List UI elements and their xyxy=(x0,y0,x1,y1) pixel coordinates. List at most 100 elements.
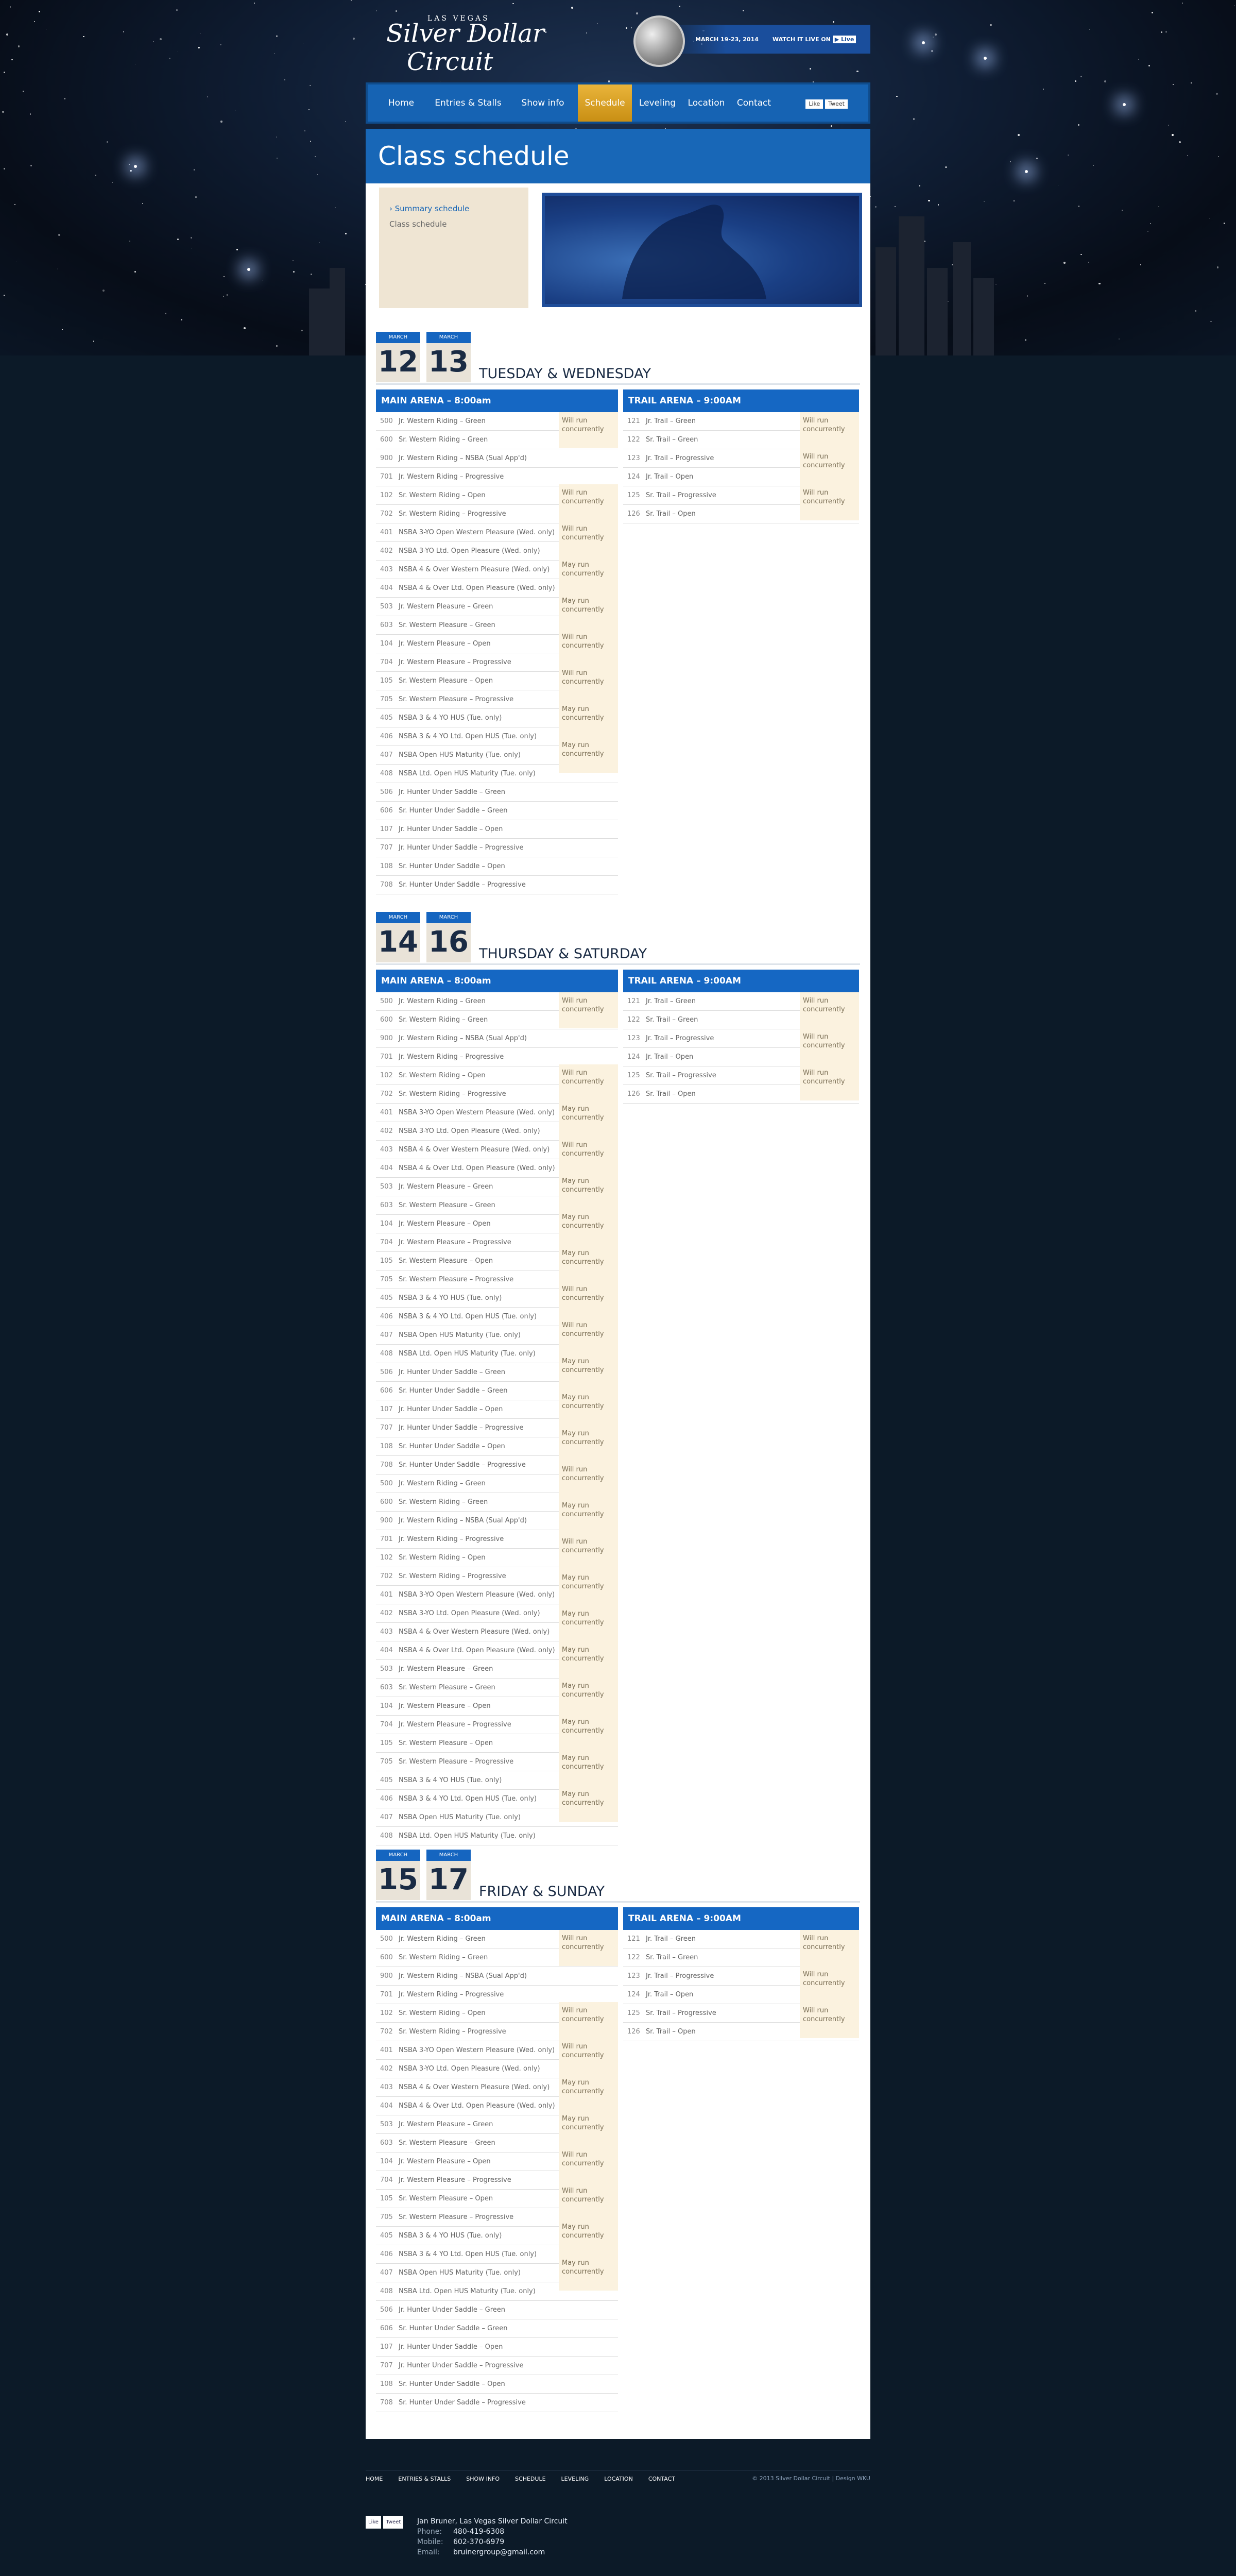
nav-item-contact[interactable]: Contact xyxy=(733,84,775,122)
footer-nav-location[interactable]: LOCATION xyxy=(604,2470,633,2488)
concurrency-note: Will run concurrently xyxy=(559,1461,618,1497)
footer-nav-home[interactable]: HOME xyxy=(366,2470,383,2488)
class-row: 707 Jr. Hunter Under Saddle – Progressive xyxy=(376,2357,618,2375)
email-link[interactable]: bruinergroup@gmail.com xyxy=(453,2548,545,2556)
class-list: 500 Jr. Western Riding – Green 600 Sr. West… xyxy=(376,412,618,894)
concurrency-note: May run concurrently xyxy=(559,592,618,629)
class-row: 900 Jr. Western Riding – NSBA (Sual App'd… xyxy=(376,1029,618,1048)
class-name: Jr. Western Riding – Progressive xyxy=(399,473,504,481)
star xyxy=(319,242,320,243)
calendar-day: 17 xyxy=(428,1863,469,1896)
concurrency-note: May run concurrently xyxy=(559,737,618,773)
nav-item-show-info[interactable]: Show info xyxy=(517,84,569,122)
class-name: Jr. Trail – Green xyxy=(646,997,696,1005)
class-number: 704 xyxy=(380,658,393,666)
tweet-button[interactable]: Tweet xyxy=(825,99,848,109)
footer-like-button[interactable]: Like xyxy=(366,2516,381,2529)
concurrency-note: Will run concurrently xyxy=(559,520,618,556)
class-number: 405 xyxy=(380,1776,393,1784)
class-number: 404 xyxy=(380,584,393,592)
watch-live-link[interactable]: WATCH IT LIVE ON ▶ Live xyxy=(772,36,856,43)
class-number: 126 xyxy=(627,1090,640,1098)
star xyxy=(1063,262,1066,264)
class-number: 708 xyxy=(380,1461,393,1469)
class-name: NSBA 3-YO Ltd. Open Pleasure (Wed. only) xyxy=(399,2065,540,2073)
subnav-class-schedule[interactable]: Class schedule xyxy=(379,216,528,232)
class-name: Sr. Hunter Under Saddle – Open xyxy=(399,1443,505,1450)
class-name: Jr. Hunter Under Saddle – Green xyxy=(399,2306,506,2314)
concurrency-note: May run concurrently xyxy=(559,1353,618,1389)
class-number: 708 xyxy=(380,881,393,889)
star xyxy=(18,45,20,47)
star xyxy=(168,57,171,60)
city-building xyxy=(953,242,971,355)
class-name: NSBA 3-YO Ltd. Open Pleasure (Wed. only) xyxy=(399,547,540,555)
class-name: NSBA Open HUS Maturity (Tue. only) xyxy=(399,751,521,759)
class-number: 402 xyxy=(380,547,393,555)
class-name: Jr. Western Pleasure – Open xyxy=(399,2158,491,2165)
class-number: 105 xyxy=(380,677,393,685)
concurrency-note: Will run concurrently xyxy=(800,448,859,484)
footer-nav-leveling[interactable]: LEVELING xyxy=(561,2470,589,2488)
calendar-day: 16 xyxy=(428,925,469,959)
class-number: 707 xyxy=(380,2362,393,2369)
facebook-like-button[interactable]: Like xyxy=(805,99,823,109)
nav-item-leveling[interactable]: Leveling xyxy=(638,84,677,122)
footer-nav-show-info[interactable]: SHOW INFO xyxy=(466,2470,500,2488)
footer-nav-schedule[interactable]: SCHEDULE xyxy=(515,2470,546,2488)
calendar-date: MARCH 15 xyxy=(376,1850,420,1900)
star xyxy=(62,329,63,330)
nav-item-entries-stalls[interactable]: Entries & Stalls xyxy=(432,84,504,122)
class-number: 900 xyxy=(380,1972,393,1980)
class-list: 121 Jr. Trail – Green 122 Sr. Trail – Green… xyxy=(623,1930,859,2041)
star xyxy=(1009,161,1011,162)
star xyxy=(1075,80,1076,82)
class-number: 503 xyxy=(380,1183,393,1191)
class-number: 600 xyxy=(380,436,393,444)
class-number: 107 xyxy=(380,1405,393,1413)
footer-nav-entries-stalls[interactable]: ENTRIES & STALLS xyxy=(398,2470,451,2488)
concurrency-note: Will run concurrently xyxy=(800,484,859,520)
class-number: 407 xyxy=(380,1814,393,1821)
star xyxy=(293,270,295,273)
star xyxy=(1118,338,1120,340)
concurrency-note: May run concurrently xyxy=(559,1425,618,1461)
footer-nav-contact[interactable]: CONTACT xyxy=(648,2470,675,2488)
footer-tweet-button[interactable]: Tweet xyxy=(383,2516,404,2529)
nav-item-schedule[interactable]: Schedule xyxy=(578,84,632,122)
bright-star xyxy=(1123,103,1126,106)
class-name: NSBA 3-YO Ltd. Open Pleasure (Wed. only) xyxy=(399,1609,540,1617)
class-number: 701 xyxy=(380,473,393,481)
trail-arena-column: TRAIL ARENA – 9:00AM 121 Jr. Trail – Green… xyxy=(623,970,859,1104)
star xyxy=(1013,200,1015,202)
star xyxy=(11,59,13,61)
class-row: 108 Sr. Hunter Under Saddle – Open xyxy=(376,2375,618,2394)
class-number: 500 xyxy=(380,997,393,1005)
subnav-summary-schedule[interactable]: › Summary schedule xyxy=(379,201,528,216)
star xyxy=(304,130,305,131)
star xyxy=(1042,88,1044,90)
star xyxy=(93,341,95,342)
class-number: 405 xyxy=(380,714,393,722)
class-number: 500 xyxy=(380,417,393,425)
concurrency-note: Will run concurrently xyxy=(559,1064,618,1100)
class-number: 708 xyxy=(380,2399,393,2406)
class-name: NSBA 3-YO Ltd. Open Pleasure (Wed. only) xyxy=(399,1127,540,1135)
class-name: Sr. Western Pleasure – Open xyxy=(399,1739,493,1747)
class-row: 708 Sr. Hunter Under Saddle – Progressive xyxy=(376,2394,618,2412)
class-name: Sr. Trail – Open xyxy=(646,1090,696,1098)
nav-item-home[interactable]: Home xyxy=(383,84,419,122)
bright-star xyxy=(1025,170,1028,173)
nav-item-location[interactable]: Location xyxy=(684,84,728,122)
star xyxy=(937,204,939,206)
star xyxy=(22,91,24,92)
class-number: 403 xyxy=(380,566,393,573)
class-number: 403 xyxy=(380,1628,393,1636)
page-title: Class schedule xyxy=(366,129,870,183)
class-name: Jr. Western Pleasure – Green xyxy=(399,603,493,611)
site-logo[interactable]: LAS VEGAS Silver Dollar Circuit xyxy=(386,14,551,81)
class-number: 603 xyxy=(380,1201,393,1209)
email-label: Email: xyxy=(417,2548,440,2556)
star xyxy=(129,241,131,242)
section-days-heading: TUESDAY & WEDNESDAY xyxy=(479,366,651,382)
